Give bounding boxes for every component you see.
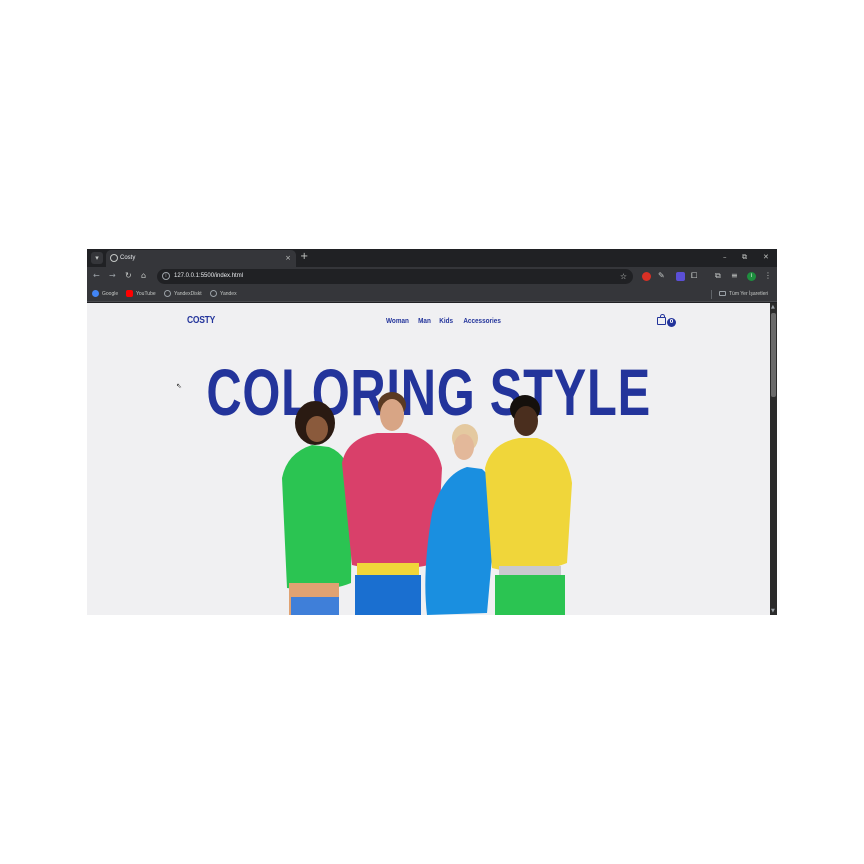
extension-badge-icon[interactable]	[676, 272, 685, 281]
home-icon[interactable]: ⌂	[141, 271, 146, 281]
tab-groups-icon[interactable]: ⧉	[715, 270, 721, 282]
bookmarks-bar: Google YouTube YandexDiskt Yandex Tüm Ye…	[87, 286, 777, 302]
new-tab-button[interactable]: +	[300, 251, 308, 263]
url-text[interactable]: 127.0.0.1:5500/index.html	[174, 271, 243, 282]
all-bookmarks-label: Tüm Yer İşaretleri	[729, 291, 769, 297]
model-green-hoodie	[282, 401, 352, 615]
folder-icon	[719, 290, 726, 296]
close-window-button[interactable]: ✕	[763, 252, 769, 262]
bookmark-label: YandexDiskt	[174, 291, 202, 297]
youtube-icon	[126, 289, 133, 297]
tab-costy[interactable]: Costy ×	[106, 250, 296, 267]
cart-count-badge: 0	[667, 318, 676, 327]
toolbar: ← → ↻ ⌂ i 127.0.0.1:5500/index.html ☆ ✎ …	[87, 267, 777, 286]
forward-icon[interactable]: →	[109, 271, 116, 281]
bookmark-label: Google	[102, 291, 119, 297]
scrollbar-thumb[interactable]	[771, 313, 776, 397]
eyedropper-icon[interactable]: ✎	[658, 270, 665, 282]
tab-title: Costy	[120, 255, 136, 261]
hero-image	[282, 392, 572, 615]
restore-button[interactable]: ⧉	[742, 252, 747, 262]
avatar[interactable]: i	[747, 272, 756, 281]
bookmark-yandexdisk[interactable]: YandexDiskt	[164, 289, 202, 299]
menu-icon[interactable]: ⋮	[764, 270, 772, 282]
back-icon[interactable]: ←	[93, 271, 100, 281]
nav-accessories[interactable]: Accessories	[464, 316, 502, 325]
puzzle-icon[interactable]: ⧠	[691, 270, 697, 282]
bookmark-youtube[interactable]: YouTube	[126, 289, 156, 299]
bookmarks-divider	[711, 290, 712, 299]
web-page: COSTY Woman Man Kids Accessories 0 COLOR…	[87, 303, 770, 615]
nav-man[interactable]: Man	[418, 316, 431, 325]
page-scrollbar[interactable]: ▲ ▼	[770, 303, 777, 615]
scroll-up-icon[interactable]: ▲	[771, 305, 775, 310]
browser-window: ▾ Costy × + – ⧉ ✕ ← → ↻ ⌂ i 127.0.0.1:55…	[87, 249, 777, 615]
bookmark-google[interactable]: Google	[92, 289, 119, 299]
tab-search-icon[interactable]: ▾	[91, 252, 103, 264]
tab-strip: ▾ Costy × + – ⧉ ✕	[87, 249, 777, 267]
extension-icon[interactable]	[642, 272, 651, 281]
bookmark-label: YouTube	[136, 291, 156, 297]
address-bar[interactable]: i 127.0.0.1:5500/index.html ☆	[157, 269, 633, 284]
main-nav: Woman Man Kids Accessories	[384, 316, 504, 325]
site-logo[interactable]: COSTY	[187, 315, 215, 326]
globe-icon	[110, 254, 118, 262]
tab-close-icon[interactable]: ×	[285, 253, 291, 263]
scroll-down-icon[interactable]: ▼	[771, 609, 775, 614]
info-icon[interactable]: i	[162, 272, 170, 280]
shopping-bag-icon	[657, 314, 666, 325]
google-icon	[92, 289, 99, 297]
model-yellow-hoodie	[485, 395, 572, 615]
media-icon[interactable]: ≡	[731, 270, 738, 282]
bookmark-label: Yandex	[220, 291, 237, 297]
globe-icon	[210, 289, 217, 297]
nav-kids[interactable]: Kids	[439, 316, 453, 325]
mouse-cursor-icon: ⇖	[176, 382, 182, 390]
minimize-button[interactable]: –	[723, 252, 727, 262]
all-bookmarks[interactable]: Tüm Yer İşaretleri	[719, 290, 768, 299]
bookmark-yandex[interactable]: Yandex	[210, 289, 237, 299]
reload-icon[interactable]: ↻	[125, 271, 132, 281]
nav-woman[interactable]: Woman	[386, 316, 409, 325]
star-icon[interactable]: ☆	[620, 271, 627, 282]
globe-icon	[164, 289, 171, 297]
